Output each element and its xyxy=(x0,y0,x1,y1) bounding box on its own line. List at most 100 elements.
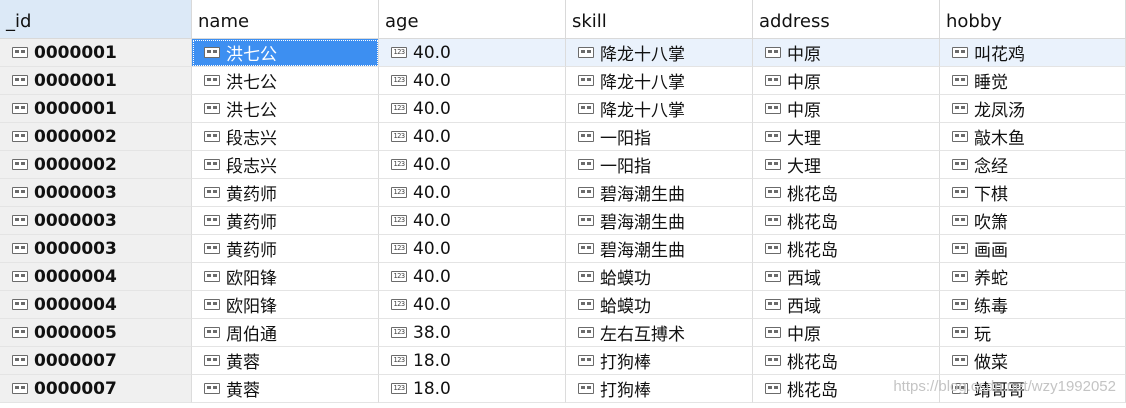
cell-value: 周伯通 xyxy=(226,325,277,345)
table-row[interactable]: 0000001 洪七公 123 40.0 降龙十八掌 中原 龙凤汤 xyxy=(0,95,1126,123)
column-header-name[interactable]: name xyxy=(192,0,379,39)
cell-skill[interactable]: 碧海潮生曲 xyxy=(566,207,753,235)
cell-name[interactable]: 欧阳锋 xyxy=(192,263,379,291)
cell-id[interactable]: 0000002 xyxy=(0,151,192,179)
cell-name[interactable]: 黄药师 xyxy=(192,235,379,263)
cell-skill[interactable]: 降龙十八掌 xyxy=(566,67,753,95)
cell-name[interactable]: 洪七公 xyxy=(192,39,379,67)
cell-age[interactable]: 123 40.0 xyxy=(379,39,566,67)
cell-address[interactable]: 大理 xyxy=(753,151,940,179)
table-row[interactable]: 0000004 欧阳锋 123 40.0 蛤蟆功 西域 养蛇 xyxy=(0,263,1126,291)
cell-address[interactable]: 桃花岛 xyxy=(753,347,940,375)
cell-name[interactable]: 黄药师 xyxy=(192,207,379,235)
cell-skill[interactable]: 一阳指 xyxy=(566,123,753,151)
cell-name[interactable]: 黄蓉 xyxy=(192,375,379,403)
cell-id[interactable]: 0000004 xyxy=(0,263,192,291)
table-row[interactable]: 0000003 黄药师 123 40.0 碧海潮生曲 桃花岛 吹箫 xyxy=(0,207,1126,235)
column-header-age[interactable]: age xyxy=(379,0,566,39)
cell-id[interactable]: 0000002 xyxy=(0,123,192,151)
column-header-hobby[interactable]: hobby xyxy=(940,0,1126,39)
cell-hobby[interactable]: 下棋 xyxy=(940,179,1126,207)
column-header-address[interactable]: address xyxy=(753,0,940,39)
cell-id[interactable]: 0000001 xyxy=(0,95,192,123)
cell-age[interactable]: 123 40.0 xyxy=(379,95,566,123)
cell-hobby[interactable]: 练毒 xyxy=(940,291,1126,319)
cell-name[interactable]: 段志兴 xyxy=(192,123,379,151)
table-row[interactable]: 0000003 黄药师 123 40.0 碧海潮生曲 桃花岛 画画 xyxy=(0,235,1126,263)
table-row[interactable]: 0000001 洪七公 123 40.0 降龙十八掌 中原 叫花鸡 xyxy=(0,39,1126,67)
cell-age[interactable]: 123 40.0 xyxy=(379,151,566,179)
cell-name[interactable]: 洪七公 xyxy=(192,95,379,123)
cell-id[interactable]: 0000004 xyxy=(0,291,192,319)
cell-name[interactable]: 周伯通 xyxy=(192,319,379,347)
cell-hobby[interactable]: 龙凤汤 xyxy=(940,95,1126,123)
table-row[interactable]: 0000003 黄药师 123 40.0 碧海潮生曲 桃花岛 下棋 xyxy=(0,179,1126,207)
cell-id[interactable]: 0000007 xyxy=(0,375,192,403)
cell-id[interactable]: 0000001 xyxy=(0,39,192,67)
cell-skill[interactable]: 左右互搏术 xyxy=(566,319,753,347)
cell-address[interactable]: 桃花岛 xyxy=(753,207,940,235)
cell-age[interactable]: 123 18.0 xyxy=(379,347,566,375)
cell-hobby[interactable]: 养蛇 xyxy=(940,263,1126,291)
cell-skill[interactable]: 降龙十八掌 xyxy=(566,39,753,67)
table-row[interactable]: 0000005 周伯通 123 38.0 左右互搏术 中原 玩 xyxy=(0,319,1126,347)
cell-address[interactable]: 中原 xyxy=(753,67,940,95)
cell-skill[interactable]: 降龙十八掌 xyxy=(566,95,753,123)
cell-name[interactable]: 黄蓉 xyxy=(192,347,379,375)
cell-address[interactable]: 西域 xyxy=(753,291,940,319)
cell-age[interactable]: 123 40.0 xyxy=(379,67,566,95)
column-header-id[interactable]: _id xyxy=(0,0,192,39)
cell-id[interactable]: 0000007 xyxy=(0,347,192,375)
cell-hobby[interactable]: 睡觉 xyxy=(940,67,1126,95)
cell-age[interactable]: 123 40.0 xyxy=(379,263,566,291)
cell-name[interactable]: 黄药师 xyxy=(192,179,379,207)
cell-skill[interactable]: 蛤蟆功 xyxy=(566,291,753,319)
cell-name[interactable]: 洪七公 xyxy=(192,67,379,95)
cell-age[interactable]: 123 38.0 xyxy=(379,319,566,347)
cell-hobby[interactable]: 做菜 xyxy=(940,347,1126,375)
cell-name[interactable]: 段志兴 xyxy=(192,151,379,179)
cell-id[interactable]: 0000005 xyxy=(0,319,192,347)
table-row[interactable]: 0000002 段志兴 123 40.0 一阳指 大理 敲木鱼 xyxy=(0,123,1126,151)
cell-skill[interactable]: 一阳指 xyxy=(566,151,753,179)
cell-hobby[interactable]: 玩 xyxy=(940,319,1126,347)
cell-name[interactable]: 欧阳锋 xyxy=(192,291,379,319)
table-row[interactable]: 0000001 洪七公 123 40.0 降龙十八掌 中原 睡觉 xyxy=(0,67,1126,95)
cell-skill[interactable]: 打狗棒 xyxy=(566,347,753,375)
cell-address[interactable]: 中原 xyxy=(753,319,940,347)
table-row[interactable]: 0000002 段志兴 123 40.0 一阳指 大理 念经 xyxy=(0,151,1126,179)
table-row[interactable]: 0000007 黄蓉 123 18.0 打狗棒 桃花岛 做菜 xyxy=(0,347,1126,375)
cell-hobby[interactable]: 念经 xyxy=(940,151,1126,179)
cell-age[interactable]: 123 40.0 xyxy=(379,235,566,263)
cell-value: 一阳指 xyxy=(600,129,651,149)
cell-address[interactable]: 桃花岛 xyxy=(753,179,940,207)
column-header-skill[interactable]: skill xyxy=(566,0,753,39)
table-row[interactable]: 0000004 欧阳锋 123 40.0 蛤蟆功 西域 练毒 xyxy=(0,291,1126,319)
cell-skill[interactable]: 碧海潮生曲 xyxy=(566,235,753,263)
cell-hobby[interactable]: 敲木鱼 xyxy=(940,123,1126,151)
cell-address[interactable]: 大理 xyxy=(753,123,940,151)
cell-skill[interactable]: 蛤蟆功 xyxy=(566,263,753,291)
cell-age[interactable]: 123 40.0 xyxy=(379,123,566,151)
cell-id[interactable]: 0000001 xyxy=(0,67,192,95)
cell-skill[interactable]: 碧海潮生曲 xyxy=(566,179,753,207)
cell-age[interactable]: 123 40.0 xyxy=(379,207,566,235)
cell-hobby[interactable]: 吹箫 xyxy=(940,207,1126,235)
cell-address[interactable]: 中原 xyxy=(753,39,940,67)
cell-address[interactable]: 桃花岛 xyxy=(753,375,940,403)
cell-id[interactable]: 0000003 xyxy=(0,235,192,263)
cell-age[interactable]: 123 18.0 xyxy=(379,375,566,403)
table-row[interactable]: 0000007 黄蓉 123 18.0 打狗棒 桃花岛 靖哥哥 xyxy=(0,375,1126,403)
cell-hobby[interactable]: 画画 xyxy=(940,235,1126,263)
cell-address[interactable]: 桃花岛 xyxy=(753,235,940,263)
cell-age[interactable]: 123 40.0 xyxy=(379,291,566,319)
cell-hobby[interactable]: 叫花鸡 xyxy=(940,39,1126,67)
cell-hobby[interactable]: 靖哥哥 xyxy=(940,375,1126,403)
cell-id[interactable]: 0000003 xyxy=(0,207,192,235)
cell-age[interactable]: 123 40.0 xyxy=(379,179,566,207)
cell-skill[interactable]: 打狗棒 xyxy=(566,375,753,403)
cell-address[interactable]: 中原 xyxy=(753,95,940,123)
cell-id[interactable]: 0000003 xyxy=(0,179,192,207)
cell-value: 降龙十八掌 xyxy=(600,101,685,121)
cell-address[interactable]: 西域 xyxy=(753,263,940,291)
